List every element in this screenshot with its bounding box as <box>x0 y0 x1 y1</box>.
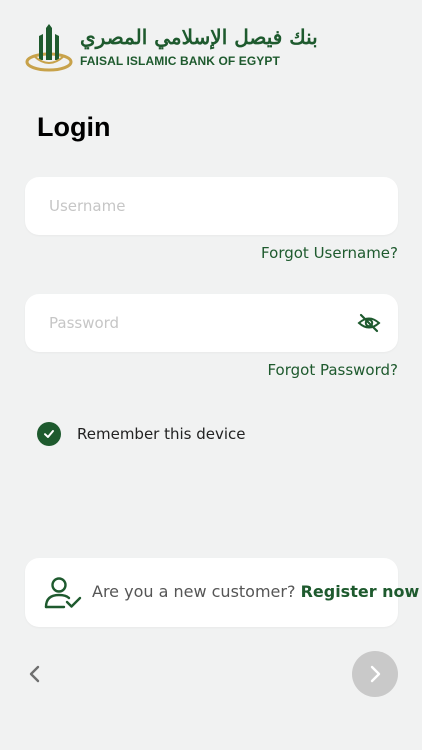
register-now-link[interactable]: Register now <box>301 582 420 601</box>
remember-device-checkbox[interactable] <box>37 422 61 446</box>
username-field-container <box>25 177 398 235</box>
checkmark-icon <box>44 430 54 438</box>
eye-off-icon[interactable] <box>357 311 381 335</box>
register-prompt: Are you a new customer? Register now <box>92 582 419 601</box>
chevron-left-icon[interactable] <box>27 664 43 684</box>
next-button[interactable] <box>352 651 398 697</box>
chevron-right-icon <box>370 665 381 683</box>
username-input[interactable] <box>49 177 349 235</box>
bank-name-arabic: بنك فيصل الإسلامي المصري <box>80 25 318 49</box>
bank-emblem-icon <box>25 24 73 72</box>
forgot-username-link[interactable]: Forgot Username? <box>261 244 398 262</box>
password-field-container <box>25 294 398 352</box>
register-card: Are you a new customer? Register now <box>25 558 419 627</box>
bank-name-english: FAISAL ISLAMIC BANK OF EGYPT <box>80 54 280 68</box>
remember-device-label: Remember this device <box>77 425 246 443</box>
user-check-icon <box>44 577 82 609</box>
forgot-password-link[interactable]: Forgot Password? <box>267 361 398 379</box>
remember-device-row: Remember this device <box>37 422 246 446</box>
page-title: Login <box>37 112 111 142</box>
register-question: Are you a new customer? <box>92 582 296 601</box>
bank-logo: بنك فيصل الإسلامي المصري FAISAL ISLAMIC … <box>24 22 318 74</box>
password-input[interactable] <box>49 294 349 352</box>
